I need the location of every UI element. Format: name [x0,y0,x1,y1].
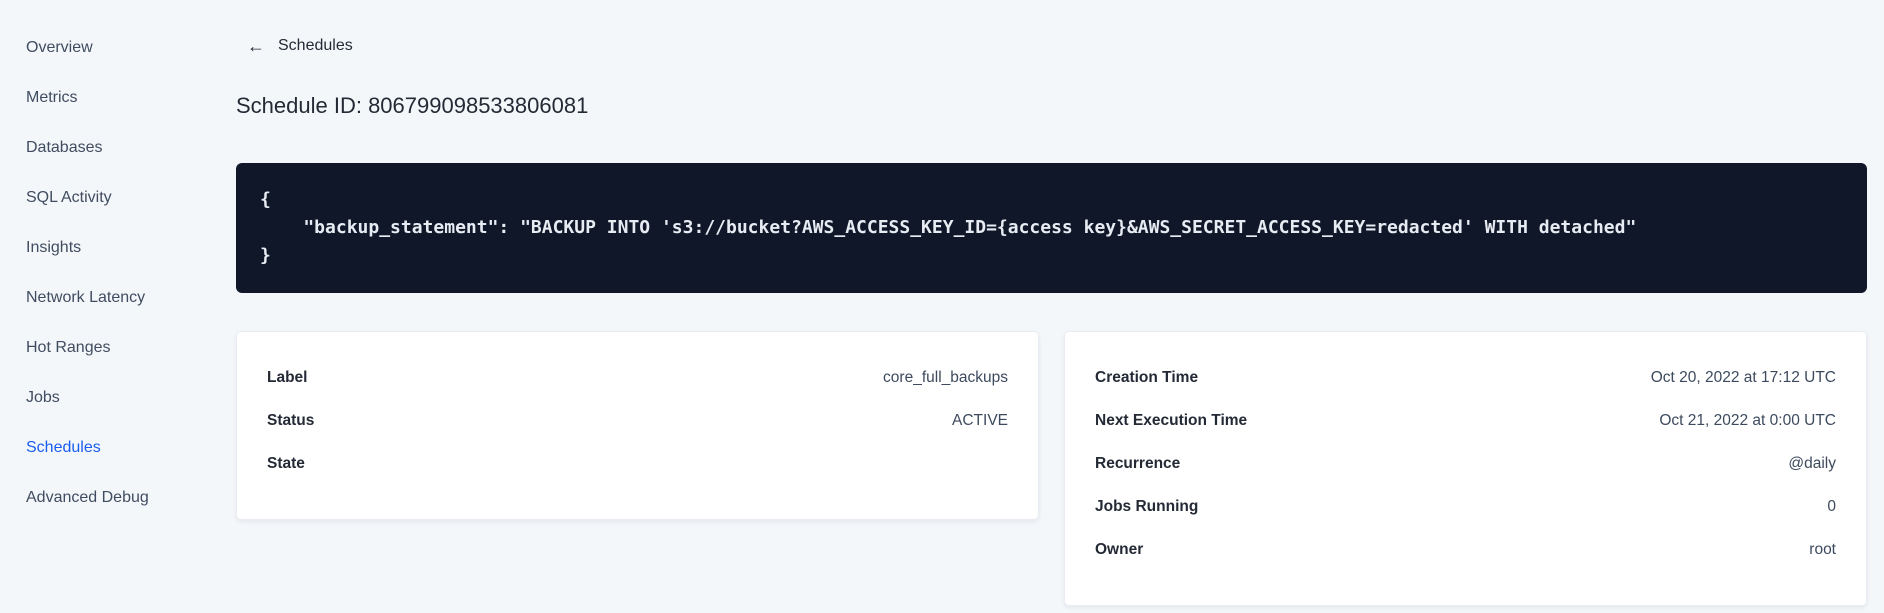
row-label: Jobs Running [1095,497,1199,515]
back-link-label: Schedules [278,37,353,54]
row-value: root [1809,540,1836,558]
row-label: State [267,454,305,472]
row-value: 0 [1827,497,1836,515]
detail-cards-row: Label core_full_backups Status ACTIVE St… [236,331,1867,606]
sidebar-item-jobs[interactable]: Jobs [0,373,236,423]
table-row: Recurrence @daily [1095,442,1836,485]
sidebar: Overview Metrics Databases SQL Activity … [0,0,236,613]
row-value: @daily [1788,454,1836,472]
sidebar-item-metrics[interactable]: Metrics [0,73,236,123]
sidebar-nav-list: Overview Metrics Databases SQL Activity … [0,23,236,523]
schedule-timing-card: Creation Time Oct 20, 2022 at 17:12 UTC … [1064,331,1867,606]
table-row: Creation Time Oct 20, 2022 at 17:12 UTC [1095,356,1836,399]
sidebar-item-overview[interactable]: Overview [0,23,236,73]
sidebar-item-sql-activity[interactable]: SQL Activity [0,173,236,223]
back-link-schedules[interactable]: ← Schedules [247,36,353,56]
table-row: State [267,442,1008,485]
table-row: Status ACTIVE [267,399,1008,442]
sidebar-item-hot-ranges[interactable]: Hot Ranges [0,323,236,373]
row-label: Next Execution Time [1095,411,1248,429]
main-content: ← Schedules Schedule ID: 806799098533806… [236,0,1884,613]
row-label: Status [267,411,315,429]
table-row: Jobs Running 0 [1095,485,1836,528]
table-row: Label core_full_backups [267,356,1008,399]
page-title: Schedule ID: 806799098533806081 [236,93,589,118]
sidebar-item-network-latency[interactable]: Network Latency [0,273,236,323]
sidebar-item-schedules[interactable]: Schedules [0,423,236,473]
row-value: core_full_backups [883,368,1008,386]
app-root: Overview Metrics Databases SQL Activity … [0,0,1884,613]
schedule-summary-card: Label core_full_backups Status ACTIVE St… [236,331,1039,520]
row-label: Recurrence [1095,454,1181,472]
row-label: Creation Time [1095,368,1199,386]
schedule-definition-code-block: { "backup_statement": "BACKUP INTO 's3:/… [236,163,1867,293]
back-arrow-icon: ← [247,36,265,56]
table-row: Next Execution Time Oct 21, 2022 at 0:00… [1095,399,1836,442]
sidebar-item-advanced-debug[interactable]: Advanced Debug [0,473,236,523]
sidebar-item-insights[interactable]: Insights [0,223,236,273]
table-row: Owner root [1095,528,1836,571]
row-value: Oct 21, 2022 at 0:00 UTC [1659,411,1836,429]
sidebar-item-databases[interactable]: Databases [0,123,236,173]
row-label: Label [267,368,308,386]
status-badge: ACTIVE [952,411,1008,429]
row-value: Oct 20, 2022 at 17:12 UTC [1650,368,1836,386]
row-label: Owner [1095,540,1144,558]
